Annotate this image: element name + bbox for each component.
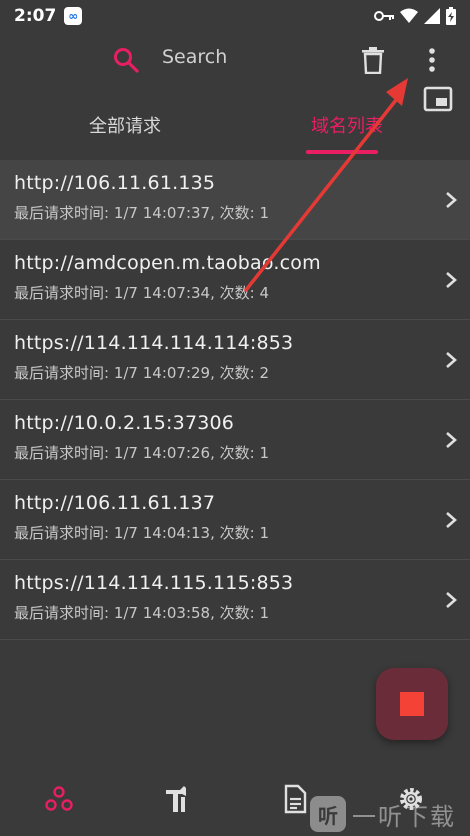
network-icon[interactable]: [44, 784, 74, 814]
search-icon[interactable]: [112, 46, 140, 74]
chevron-right-icon: [446, 592, 457, 608]
list-item[interactable]: https://114.114.114.114:853 最后请求时间: 1/7 …: [0, 320, 470, 400]
list-item[interactable]: http://106.11.61.135 最后请求时间: 1/7 14:07:3…: [0, 160, 470, 240]
list-item-host: https://114.114.115.115:853: [14, 572, 294, 594]
stop-icon: [400, 692, 424, 716]
stop-capture-button[interactable]: [376, 668, 448, 740]
more-vert-icon[interactable]: [420, 46, 444, 74]
app-notification-icon: ∞: [64, 7, 83, 25]
list-item[interactable]: http://106.11.61.137 最后请求时间: 1/7 14:04:1…: [0, 480, 470, 560]
list-item-detail: 最后请求时间: 1/7 14:07:37, 次数: 1: [14, 204, 270, 222]
list-item-host: https://114.114.114.114:853: [14, 332, 294, 354]
watermark-text: 一听下载: [352, 802, 456, 831]
watermark: 听 一听下载: [310, 792, 470, 836]
tab-bar: 全部请求 域名列表: [0, 96, 470, 154]
tab-all-requests[interactable]: 全部请求: [40, 96, 210, 154]
chevron-right-icon: [446, 432, 457, 448]
document-icon[interactable]: [280, 784, 310, 814]
wifi-icon: [400, 8, 418, 23]
search-field[interactable]: Search: [162, 46, 227, 68]
list-item[interactable]: https://114.114.115.115:853 最后请求时间: 1/7 …: [0, 560, 470, 640]
list-item-detail: 最后请求时间: 1/7 14:07:26, 次数: 1: [14, 444, 270, 462]
status-time: 2:07: [14, 6, 57, 26]
list-item[interactable]: http://amdcopen.m.taobao.com 最后请求时间: 1/7…: [0, 240, 470, 320]
toolbar: Search: [0, 32, 470, 88]
status-left: 2:07 ∞: [14, 6, 83, 26]
chevron-right-icon: [446, 192, 457, 208]
chevron-right-icon: [446, 352, 457, 368]
tools-icon[interactable]: [162, 784, 192, 814]
cell-signal-icon: [424, 8, 440, 24]
tab-indicator: [306, 150, 378, 154]
list-item-detail: 最后请求时间: 1/7 14:07:34, 次数: 4: [14, 284, 270, 302]
tab-domain-list[interactable]: 域名列表: [262, 96, 432, 154]
list-item-host: http://10.0.2.15:37306: [14, 412, 235, 434]
list-item-detail: 最后请求时间: 1/7 14:07:29, 次数: 2: [14, 364, 270, 382]
list-item-host: http://amdcopen.m.taobao.com: [14, 252, 321, 274]
chevron-right-icon: [446, 272, 457, 288]
list-item[interactable]: http://10.0.2.15:37306 最后请求时间: 1/7 14:07…: [0, 400, 470, 480]
vpn-key-icon: [374, 11, 394, 21]
list-item-detail: 最后请求时间: 1/7 14:04:13, 次数: 1: [14, 524, 270, 542]
list-item-host: http://106.11.61.137: [14, 492, 216, 514]
battery-charging-icon: [446, 7, 456, 25]
status-bar: 2:07 ∞: [0, 0, 470, 32]
watermark-badge: 听: [310, 796, 346, 832]
list-item-host: http://106.11.61.135: [14, 172, 216, 194]
chevron-right-icon: [446, 512, 457, 528]
trash-icon[interactable]: [360, 46, 386, 74]
list-item-detail: 最后请求时间: 1/7 14:03:58, 次数: 1: [14, 604, 270, 622]
status-right: [374, 7, 456, 25]
domain-list: http://106.11.61.135 最后请求时间: 1/7 14:07:3…: [0, 160, 470, 640]
